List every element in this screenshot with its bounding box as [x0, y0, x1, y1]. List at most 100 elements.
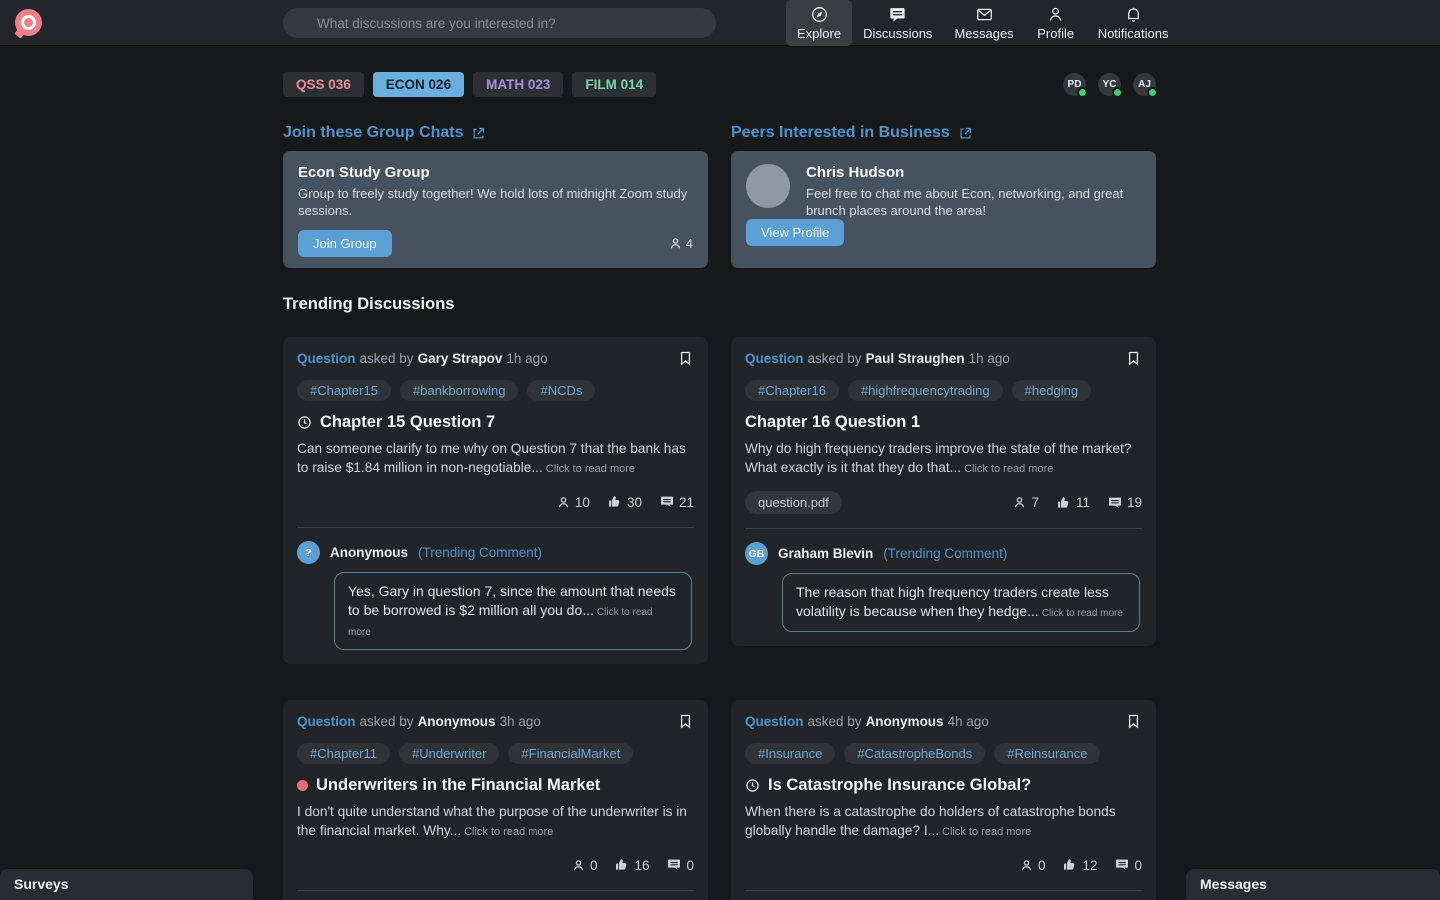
hashtag[interactable]: #Chapter11	[297, 743, 390, 764]
likes-stat[interactable]: 11	[1056, 495, 1090, 511]
trending-comment-badge: (Trending Comment)	[883, 546, 1008, 562]
viewers-stat: 7	[1012, 495, 1039, 510]
viewers-stat: 0	[571, 857, 598, 873]
commenter-avatar: GB	[745, 542, 768, 566]
promo-cards-row: Econ Study Group Group to freely study t…	[283, 151, 1156, 268]
nav-label: Profile	[1037, 26, 1075, 41]
thumbs-up-icon	[616, 859, 627, 870]
viewers-count: 0	[589, 857, 598, 873]
peers-header[interactable]: Peers Interested in Business	[731, 124, 1156, 142]
bookmark-icon[interactable]	[1125, 712, 1142, 731]
read-more-link[interactable]: Click to read more	[942, 826, 1031, 838]
course-tab-qss036[interactable]: QSS 036	[283, 72, 364, 97]
top-bar: Explore Discussions Messages Profile	[0, 0, 1440, 46]
asked-by-label: asked by	[359, 351, 414, 366]
bookmark-icon[interactable]	[1125, 349, 1142, 368]
post-title: Chapter 15 Question 7	[320, 413, 496, 431]
course-tab-econ026[interactable]: ECON 026	[372, 72, 465, 97]
thumbs-up-icon	[1064, 859, 1075, 870]
nav-item-discussions[interactable]: Discussions	[852, 0, 943, 46]
thumbs-up-icon	[1057, 496, 1069, 508]
likes-stat[interactable]: 12	[1062, 857, 1097, 873]
hashtag[interactable]: #highfrequencytrading	[847, 380, 1003, 401]
post-author: Gary Strapov	[417, 351, 503, 366]
hashtag[interactable]: #CatastropheBonds	[844, 743, 986, 764]
discussion-card[interactable]: Question asked by Gary Strapov 1h ago #C…	[283, 337, 708, 664]
section-title: Join these Group Chats	[283, 124, 464, 141]
surveys-panel[interactable]: Surveys	[0, 869, 253, 900]
nav-item-profile[interactable]: Profile	[1025, 0, 1087, 46]
hashtag[interactable]: #Chapter15	[297, 380, 391, 401]
course-tabs-row: QSS 036 ECON 026 MATH 023 FILM 014 PD YC…	[283, 72, 1158, 98]
trending-grid: Question asked by Gary Strapov 1h ago #C…	[283, 337, 1156, 900]
comments-stat[interactable]: 0	[1114, 857, 1142, 873]
nav-item-notifications[interactable]: Notifications	[1087, 0, 1180, 46]
discussion-card[interactable]: Question asked by Paul Straughen 1h ago …	[731, 337, 1156, 646]
post-time: 1h ago	[968, 351, 1010, 366]
compass-icon	[811, 7, 827, 22]
search-input[interactable]	[283, 8, 716, 38]
chat-bubble-icon	[890, 8, 905, 22]
bookmark-icon[interactable]	[677, 349, 694, 368]
viewers-icon	[1015, 497, 1025, 508]
hashtag[interactable]: #Chapter16	[745, 380, 839, 401]
hashtag[interactable]: #Insurance	[745, 743, 836, 764]
post-author: Paul Straughen	[865, 351, 965, 366]
surveys-panel-title: Surveys	[14, 876, 69, 892]
hashtag[interactable]: #NCDs	[527, 380, 596, 401]
hashtag[interactable]: #FinancialMarket	[508, 743, 634, 764]
hashtag[interactable]: #Reinsurance	[994, 743, 1101, 764]
avatar[interactable]: YC	[1098, 73, 1123, 98]
attachment-chip[interactable]: question.pdf	[745, 491, 842, 515]
comment-box[interactable]: The reason that high frequency traders c…	[782, 573, 1140, 632]
hashtag[interactable]: #bankborrowing	[399, 380, 519, 401]
read-more-link[interactable]: Click to read more	[1042, 608, 1123, 619]
asked-by-label: asked by	[807, 351, 862, 366]
divider	[745, 528, 1142, 530]
comments-stat[interactable]: 0	[666, 857, 694, 873]
hashtag[interactable]: #hedging	[1011, 380, 1092, 401]
comments-count: 19	[1126, 495, 1142, 511]
post-author: Anonymous	[865, 714, 944, 729]
likes-count: 12	[1082, 857, 1098, 873]
post-title: Is Catastrophe Insurance Global?	[768, 776, 1032, 794]
comments-stat[interactable]: 19	[1107, 495, 1142, 511]
messages-panel[interactable]: Messages	[1186, 869, 1440, 900]
likes-stat[interactable]: 30	[607, 494, 642, 510]
viewers-icon	[670, 238, 680, 249]
post-title: Underwriters in the Financial Market	[316, 776, 601, 794]
hashtag[interactable]: #Underwriter	[398, 743, 500, 764]
clock-icon	[745, 778, 760, 793]
read-more-link[interactable]: Click to read more	[464, 826, 553, 838]
post-type: Question	[745, 351, 804, 366]
view-profile-button[interactable]: View Profile	[746, 219, 845, 247]
likes-count: 16	[634, 857, 650, 873]
bookmark-icon[interactable]	[677, 712, 694, 731]
nav-item-messages[interactable]: Messages	[943, 0, 1024, 46]
comment-box[interactable]: Yes, Gary in question 7, since the amoun…	[334, 572, 692, 650]
app-logo[interactable]	[15, 9, 42, 36]
likes-stat[interactable]: 16	[614, 857, 649, 873]
avatar[interactable]: AJ	[1133, 73, 1158, 98]
peer-avatar	[746, 164, 790, 208]
group-chats-header[interactable]: Join these Group Chats	[283, 124, 708, 142]
likes-count: 11	[1075, 495, 1090, 511]
read-more-link[interactable]: Click to read more	[546, 463, 635, 475]
discussion-card[interactable]: Question asked by Anonymous 3h ago #Chap…	[283, 700, 708, 900]
bell-icon	[1127, 7, 1139, 22]
nav-item-explore[interactable]: Explore	[786, 0, 853, 46]
external-link-icon	[960, 127, 971, 138]
commenter-name: Graham Blevin	[778, 546, 874, 562]
commenter-avatar: ?	[297, 541, 320, 565]
avatar[interactable]: PD	[1063, 73, 1088, 98]
course-tab-math023[interactable]: MATH 023	[473, 72, 564, 97]
course-tab-film014[interactable]: FILM 014	[572, 72, 657, 97]
divider	[297, 890, 694, 892]
comments-stat[interactable]: 21	[659, 494, 694, 510]
peer-card: Chris Hudson Feel free to chat me about …	[731, 151, 1156, 268]
read-more-link[interactable]: Click to read more	[964, 463, 1053, 475]
discussion-card[interactable]: Question asked by Anonymous 4h ago #Insu…	[731, 700, 1156, 900]
join-group-button[interactable]: Join Group	[298, 230, 392, 258]
asked-by-label: asked by	[807, 714, 862, 729]
group-description: Group to freely study together! We hold …	[298, 186, 688, 219]
